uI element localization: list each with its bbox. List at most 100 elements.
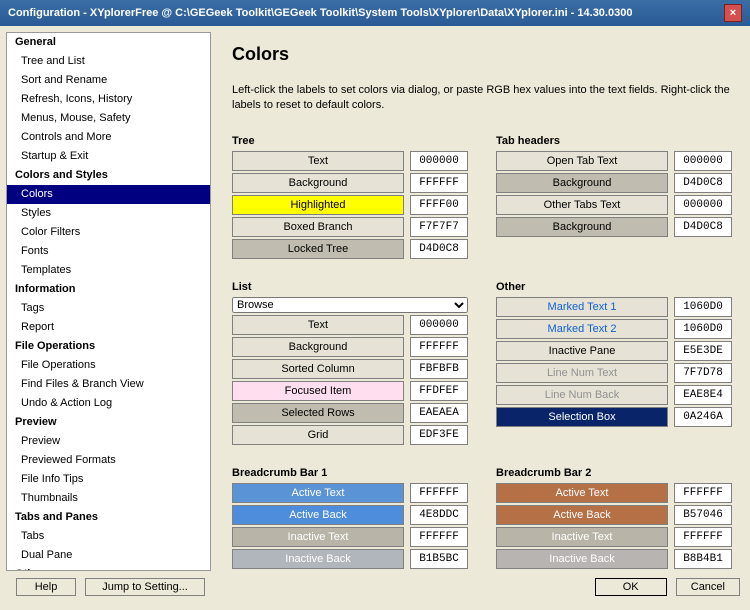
color-value-input[interactable] <box>410 195 468 215</box>
color-label[interactable]: Inactive Pane <box>496 341 668 361</box>
nav-item[interactable]: Thumbnails <box>7 489 210 508</box>
nav-section-head[interactable]: Preview <box>7 413 210 432</box>
color-label[interactable]: Inactive Text <box>496 527 668 547</box>
color-value-input[interactable] <box>410 217 468 237</box>
nav-item[interactable]: Sort and Rename <box>7 71 210 90</box>
color-value-input[interactable] <box>410 315 468 335</box>
color-value-input[interactable] <box>674 195 732 215</box>
nav-item[interactable]: Undo & Action Log <box>7 394 210 413</box>
color-label[interactable]: Line Num Text <box>496 363 668 383</box>
color-value-input[interactable] <box>674 549 732 569</box>
nav-item[interactable]: Colors <box>7 185 210 204</box>
nav-item[interactable]: Tree and List <box>7 52 210 71</box>
color-label[interactable]: Marked Text 1 <box>496 297 668 317</box>
color-value-input[interactable] <box>674 505 732 525</box>
color-label[interactable]: Inactive Back <box>496 549 668 569</box>
help-button[interactable]: Help <box>16 578 76 596</box>
color-value-input[interactable] <box>410 173 468 193</box>
nav-section-head[interactable]: Information <box>7 280 210 299</box>
nav-item[interactable]: Color Filters <box>7 223 210 242</box>
nav-item[interactable]: Tags <box>7 299 210 318</box>
nav-item[interactable]: Preview <box>7 432 210 451</box>
nav-item[interactable]: Find Files & Branch View <box>7 375 210 394</box>
color-value-input[interactable] <box>410 403 468 423</box>
color-label[interactable]: Background <box>496 217 668 237</box>
color-value-input[interactable] <box>674 341 732 361</box>
color-label[interactable]: Active Text <box>232 483 404 503</box>
nav-item[interactable]: Fonts <box>7 242 210 261</box>
color-label[interactable]: Active Back <box>496 505 668 525</box>
color-value-input[interactable] <box>674 385 732 405</box>
color-value-input[interactable] <box>410 549 468 569</box>
color-label[interactable]: Inactive Text <box>232 527 404 547</box>
jump-to-setting-button[interactable]: Jump to Setting... <box>85 578 205 596</box>
color-label[interactable]: Open Tab Text <box>496 151 668 171</box>
nav-item[interactable]: Menus, Mouse, Safety <box>7 109 210 128</box>
color-label[interactable]: Boxed Branch <box>232 217 404 237</box>
color-label[interactable]: Text <box>232 151 404 171</box>
settings-panel: Colors Left-click the labels to set colo… <box>214 26 750 574</box>
color-label[interactable]: Locked Tree <box>232 239 404 259</box>
color-value-input[interactable] <box>410 337 468 357</box>
group-title-bc1: Breadcrumb Bar 1 <box>232 467 468 479</box>
nav-item[interactable]: Dual Pane <box>7 546 210 565</box>
color-label[interactable]: Text <box>232 315 404 335</box>
color-value-input[interactable] <box>410 359 468 379</box>
close-icon[interactable]: × <box>724 4 742 22</box>
color-value-input[interactable] <box>674 319 732 339</box>
ok-button[interactable]: OK <box>595 578 667 596</box>
color-value-input[interactable] <box>410 425 468 445</box>
color-value-input[interactable] <box>410 505 468 525</box>
color-label[interactable]: Focused Item <box>232 381 404 401</box>
nav-section-head[interactable]: Tabs and Panes <box>7 508 210 527</box>
nav-section-head[interactable]: General <box>7 33 210 52</box>
color-label[interactable]: Background <box>232 337 404 357</box>
color-label[interactable]: Grid <box>232 425 404 445</box>
nav-item[interactable]: Startup & Exit <box>7 147 210 166</box>
color-label[interactable]: Background <box>232 173 404 193</box>
color-value-input[interactable] <box>674 483 732 503</box>
color-label[interactable]: Background <box>496 173 668 193</box>
color-value-input[interactable] <box>674 407 732 427</box>
color-value-input[interactable] <box>674 527 732 547</box>
color-value-input[interactable] <box>674 363 732 383</box>
nav-section-head[interactable]: Colors and Styles <box>7 166 210 185</box>
group-title-bc2: Breadcrumb Bar 2 <box>496 467 732 479</box>
nav-section-head[interactable]: File Operations <box>7 337 210 356</box>
color-label[interactable]: Inactive Back <box>232 549 404 569</box>
color-label[interactable]: Selected Rows <box>232 403 404 423</box>
nav-item[interactable]: File Info Tips <box>7 470 210 489</box>
nav-item[interactable]: Templates <box>7 261 210 280</box>
color-label[interactable]: Marked Text 2 <box>496 319 668 339</box>
group-title-tabheaders: Tab headers <box>496 135 732 147</box>
nav-item[interactable]: Tabs <box>7 527 210 546</box>
color-label[interactable]: Highlighted <box>232 195 404 215</box>
color-value-input[interactable] <box>410 381 468 401</box>
color-value-input[interactable] <box>674 151 732 171</box>
color-value-input[interactable] <box>410 151 468 171</box>
color-value-input[interactable] <box>674 173 732 193</box>
color-value-input[interactable] <box>410 239 468 259</box>
color-label[interactable]: Active Back <box>232 505 404 525</box>
color-value-input[interactable] <box>410 527 468 547</box>
color-value-input[interactable] <box>674 217 732 237</box>
group-title-tree: Tree <box>232 135 468 147</box>
list-mode-select[interactable]: Browse <box>232 297 468 313</box>
category-tree: GeneralTree and ListSort and RenameRefre… <box>6 32 211 571</box>
nav-item[interactable]: Refresh, Icons, History <box>7 90 210 109</box>
nav-item[interactable]: Previewed Formats <box>7 451 210 470</box>
nav-item[interactable]: File Operations <box>7 356 210 375</box>
color-label[interactable]: Other Tabs Text <box>496 195 668 215</box>
color-label[interactable]: Line Num Back <box>496 385 668 405</box>
nav-item[interactable]: Controls and More <box>7 128 210 147</box>
color-label[interactable]: Active Text <box>496 483 668 503</box>
nav-section-head[interactable]: Other <box>7 565 210 571</box>
color-label[interactable]: Sorted Column <box>232 359 404 379</box>
color-value-input[interactable] <box>410 483 468 503</box>
nav-item[interactable]: Report <box>7 318 210 337</box>
nav-item[interactable]: Styles <box>7 204 210 223</box>
color-value-input[interactable] <box>674 297 732 317</box>
cancel-button[interactable]: Cancel <box>676 578 740 596</box>
page-description: Left-click the labels to set colors via … <box>232 83 732 113</box>
color-label[interactable]: Selection Box <box>496 407 668 427</box>
